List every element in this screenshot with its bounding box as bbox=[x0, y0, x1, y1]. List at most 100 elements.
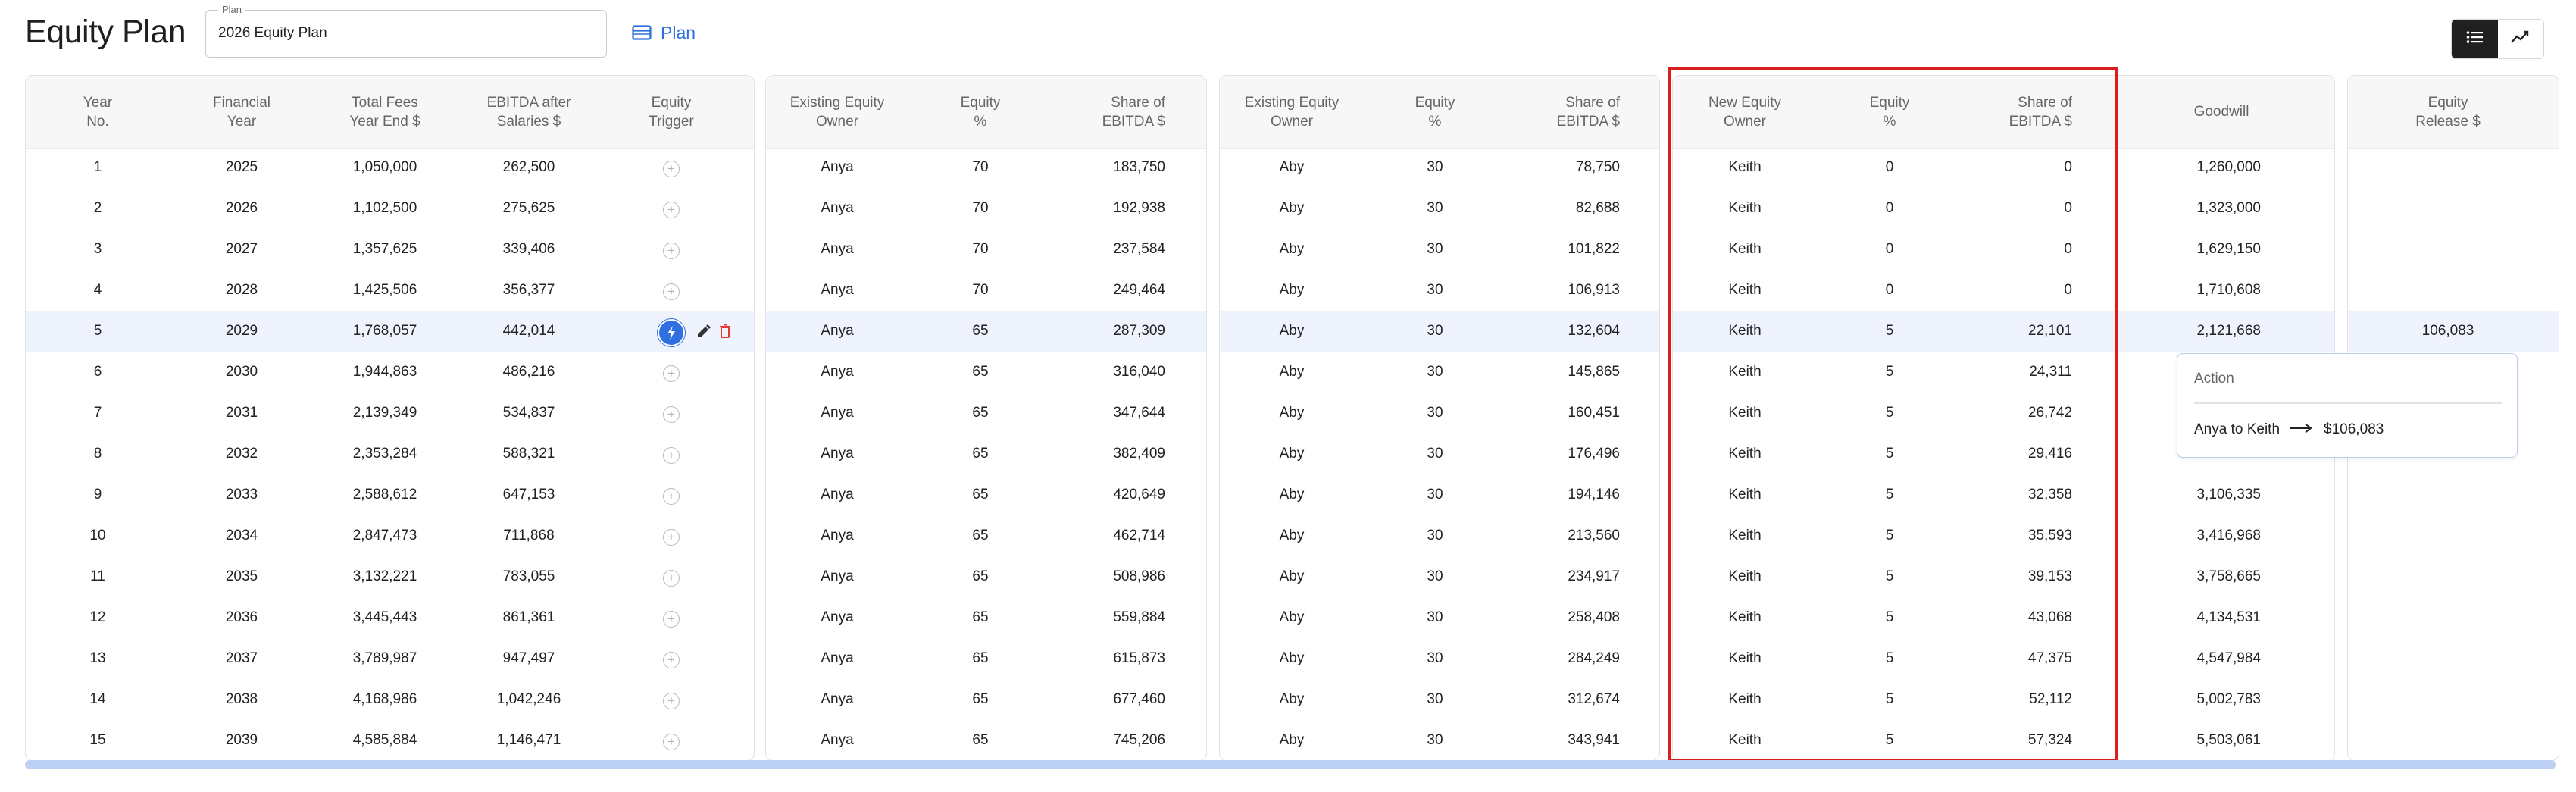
table-row[interactable]: 2 2026 1,102,500 275,625 + bbox=[26, 188, 754, 229]
add-trigger-icon[interactable]: + bbox=[663, 161, 680, 177]
table-row[interactable]: Aby 30 176,496 bbox=[1220, 434, 1659, 474]
table-row[interactable]: Aby 30 160,451 bbox=[1220, 393, 1659, 434]
add-trigger-icon[interactable]: + bbox=[663, 734, 680, 750]
table-row[interactable]: 14 2038 4,168,986 1,042,246 + bbox=[26, 679, 754, 720]
add-trigger-icon[interactable]: + bbox=[663, 447, 680, 464]
chart-view-button[interactable] bbox=[2498, 20, 2544, 58]
cell-equity-pct: 65 bbox=[972, 650, 989, 666]
add-trigger-icon[interactable]: + bbox=[663, 406, 680, 423]
horizontal-scrollbar[interactable] bbox=[25, 760, 2556, 769]
cell-financial-year: 2029 bbox=[225, 323, 258, 339]
table-row[interactable]: Aby 30 343,941 bbox=[1220, 720, 1659, 760]
table-row[interactable]: Anya 70 192,938 bbox=[766, 188, 1206, 229]
add-trigger-icon[interactable]: + bbox=[663, 488, 680, 505]
table-row[interactable] bbox=[2348, 147, 2559, 188]
table-row[interactable]: Aby 30 194,146 bbox=[1220, 474, 1659, 515]
popover-action-item[interactable]: Anya to Keith $106,083 bbox=[2194, 418, 2384, 441]
header-share-ebitda: Share of EBITDA $ bbox=[1556, 94, 1620, 130]
cell-goodwill: 4,134,531 bbox=[2196, 609, 2261, 625]
cell-financial-year: 2025 bbox=[225, 159, 258, 175]
cell-share-ebitda: 559,884 bbox=[1113, 609, 1165, 625]
table-row[interactable]: 3 2027 1,357,625 339,406 + bbox=[26, 229, 754, 270]
add-trigger-icon[interactable]: + bbox=[663, 652, 680, 668]
table-row[interactable] bbox=[2348, 270, 2559, 311]
table-row[interactable]: 8 2032 2,353,284 588,321 + bbox=[26, 434, 754, 474]
table-row[interactable]: 4 2028 1,425,506 356,377 + bbox=[26, 270, 754, 311]
table-row[interactable]: Aby 30 213,560 bbox=[1220, 515, 1659, 556]
table-row[interactable] bbox=[2348, 720, 2559, 760]
table-row[interactable] bbox=[2348, 474, 2559, 515]
add-trigger-icon[interactable]: + bbox=[663, 570, 680, 587]
card-icon bbox=[632, 25, 652, 40]
plan-select[interactable]: Plan 2026 Equity Plan bbox=[205, 4, 607, 58]
table-row[interactable]: 10 2034 2,847,473 711,868 + bbox=[26, 515, 754, 556]
header-goodwill: Goodwill bbox=[2193, 104, 2249, 120]
table-row[interactable]: 6 2030 1,944,863 486,216 + bbox=[26, 352, 754, 393]
table-row[interactable] bbox=[2348, 515, 2559, 556]
table-header: Existing Equity Owner Equity % Share of EB… bbox=[766, 76, 1206, 149]
table-row[interactable] bbox=[2348, 556, 2559, 597]
add-trigger-icon[interactable]: + bbox=[663, 365, 680, 382]
table-row[interactable]: Aby 30 101,822 bbox=[1220, 229, 1659, 270]
table-row[interactable]: Anya 65 420,649 bbox=[766, 474, 1206, 515]
table-row[interactable] bbox=[2348, 597, 2559, 638]
table-row[interactable]: Aby 30 78,750 bbox=[1220, 147, 1659, 188]
cell-total-fees: 1,050,000 bbox=[352, 159, 417, 175]
add-trigger-icon[interactable]: + bbox=[663, 283, 680, 300]
table-row[interactable]: Anya 65 347,644 bbox=[766, 393, 1206, 434]
list-view-button[interactable] bbox=[2452, 20, 2498, 58]
cell-share-ebitda: 508,986 bbox=[1113, 568, 1165, 584]
add-trigger-icon[interactable]: + bbox=[663, 611, 680, 628]
table-row[interactable]: Anya 70 183,750 bbox=[766, 147, 1206, 188]
delete-trash-icon[interactable] bbox=[717, 324, 733, 339]
table-row[interactable]: Anya 65 677,460 bbox=[766, 679, 1206, 720]
cell-equity-pct: 30 bbox=[1427, 691, 1443, 707]
table-row[interactable]: Anya 65 745,206 bbox=[766, 720, 1206, 760]
lightning-icon[interactable] bbox=[659, 321, 683, 345]
table-row[interactable]: Anya 65 462,714 bbox=[766, 515, 1206, 556]
table-row[interactable]: 7 2031 2,139,349 534,837 + bbox=[26, 393, 754, 434]
table-row[interactable]: Anya 65 316,040 bbox=[766, 352, 1206, 393]
table-row[interactable]: Anya 65 382,409 bbox=[766, 434, 1206, 474]
table-row[interactable]: Anya 65 287,309 bbox=[766, 311, 1206, 352]
edit-pencil-icon[interactable] bbox=[696, 324, 711, 339]
table-row[interactable]: Aby 30 82,688 bbox=[1220, 188, 1659, 229]
cell-equity-pct: 30 bbox=[1427, 159, 1443, 175]
table-row[interactable]: 9 2033 2,588,612 647,153 + bbox=[26, 474, 754, 515]
table-row[interactable]: Aby 30 258,408 bbox=[1220, 597, 1659, 638]
cell-financial-year: 2034 bbox=[225, 527, 258, 543]
cell-financial-year: 2033 bbox=[225, 487, 258, 502]
add-trigger-icon[interactable]: + bbox=[663, 693, 680, 709]
add-trigger-icon[interactable]: + bbox=[663, 243, 680, 259]
table-row[interactable]: Aby 30 312,674 bbox=[1220, 679, 1659, 720]
table-row[interactable]: Aby 30 284,249 bbox=[1220, 638, 1659, 679]
add-trigger-icon[interactable]: + bbox=[663, 529, 680, 546]
table-row[interactable]: 106,083 bbox=[2348, 311, 2559, 352]
table-row[interactable]: 15 2039 4,585,884 1,146,471 + bbox=[26, 720, 754, 760]
table-row[interactable] bbox=[2348, 188, 2559, 229]
table-row[interactable]: Anya 65 559,884 bbox=[766, 597, 1206, 638]
cell-goodwill: 5,503,061 bbox=[2196, 732, 2261, 748]
table-row[interactable]: Aby 30 132,604 bbox=[1220, 311, 1659, 352]
cell-financial-year: 2039 bbox=[225, 732, 258, 748]
table-row[interactable] bbox=[2348, 638, 2559, 679]
header-share-ebitda: Share of EBITDA $ bbox=[1102, 94, 1165, 130]
table-row[interactable]: Anya 65 615,873 bbox=[766, 638, 1206, 679]
table-row[interactable]: Anya 70 237,584 bbox=[766, 229, 1206, 270]
table-row[interactable]: Aby 30 145,865 bbox=[1220, 352, 1659, 393]
table-row[interactable] bbox=[2348, 679, 2559, 720]
table-row[interactable]: 12 2036 3,445,443 861,361 + bbox=[26, 597, 754, 638]
cell-equity-pct: 65 bbox=[972, 568, 989, 584]
table-row[interactable]: 11 2035 3,132,221 783,055 + bbox=[26, 556, 754, 597]
cell-share-ebitda: 106,913 bbox=[1568, 282, 1620, 298]
table-row[interactable]: 13 2037 3,789,987 947,497 + bbox=[26, 638, 754, 679]
table-row[interactable]: Anya 65 508,986 bbox=[766, 556, 1206, 597]
table-row[interactable]: 5 2029 1,768,057 442,014 bbox=[26, 311, 754, 352]
table-row[interactable]: Aby 30 106,913 bbox=[1220, 270, 1659, 311]
table-row[interactable] bbox=[2348, 229, 2559, 270]
plan-link[interactable]: Plan bbox=[632, 21, 696, 44]
table-row[interactable]: Aby 30 234,917 bbox=[1220, 556, 1659, 597]
table-row[interactable]: Anya 70 249,464 bbox=[766, 270, 1206, 311]
add-trigger-icon[interactable]: + bbox=[663, 202, 680, 218]
table-row[interactable]: 1 2025 1,050,000 262,500 + bbox=[26, 147, 754, 188]
